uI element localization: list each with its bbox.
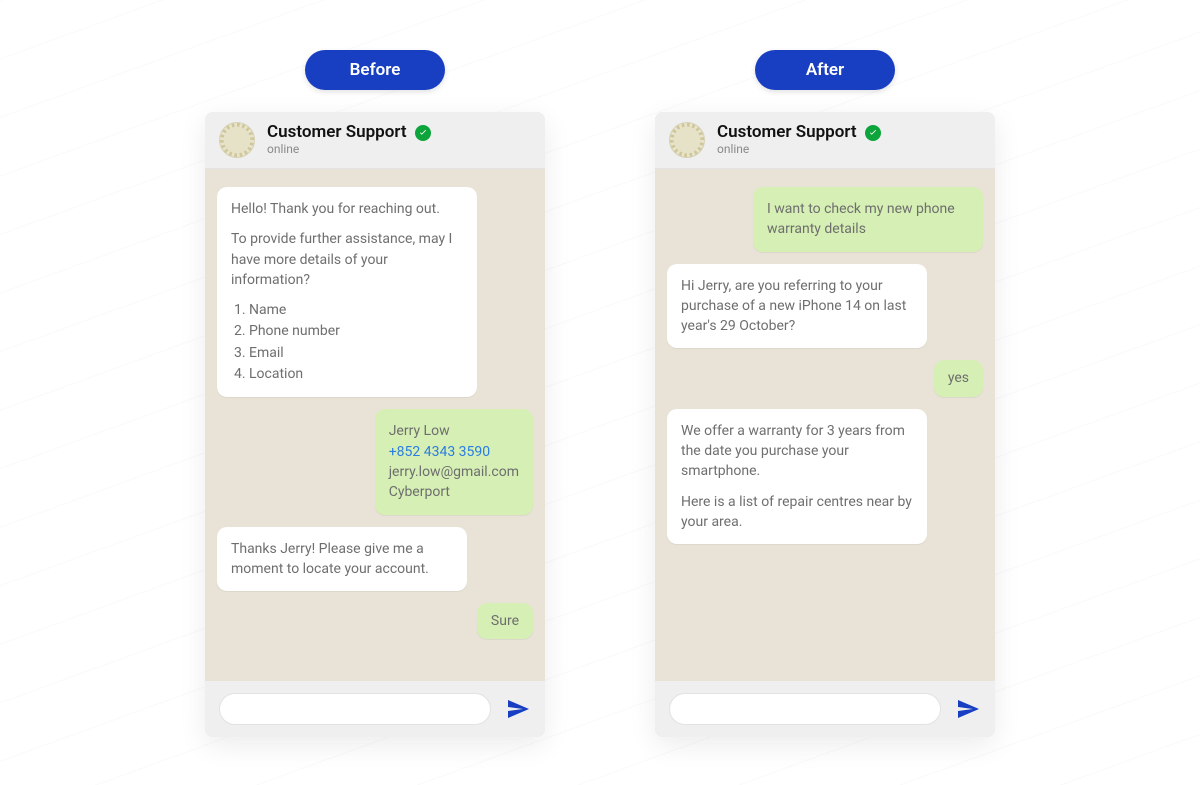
verified-badge-icon — [415, 125, 431, 141]
list-item: Phone number — [249, 321, 463, 341]
agent-message: Hello! Thank you for reaching out. To pr… — [217, 187, 477, 397]
chat-title: Customer Support — [717, 123, 857, 143]
message-text: Jerry Low — [389, 423, 450, 439]
user-message: Jerry Low +852 4343 3590 jerry.low@gmail… — [375, 409, 533, 514]
chat-input-bar — [655, 681, 995, 737]
phone-link[interactable]: +852 4343 3590 — [389, 444, 490, 460]
message-list: Name Phone number Email Location — [249, 300, 463, 384]
user-message: yes — [934, 360, 983, 396]
verified-badge-icon — [865, 125, 881, 141]
list-item: Name — [249, 300, 463, 320]
agent-message: Hi Jerry, are you referring to your purc… — [667, 264, 927, 349]
user-message: Sure — [477, 603, 533, 639]
chat-window-after: Customer Support online I want to check … — [655, 112, 995, 737]
list-item: Email — [249, 343, 463, 363]
message-text: Thanks Jerry! Please give me a moment to… — [231, 541, 429, 577]
chat-header: Customer Support online — [205, 112, 545, 169]
chat-body: Hello! Thank you for reaching out. To pr… — [205, 169, 545, 681]
chat-header-text: Customer Support online — [267, 123, 431, 156]
chat-status: online — [717, 143, 881, 157]
message-text: To provide further assistance, may I hav… — [231, 229, 463, 290]
message-text: Sure — [491, 613, 519, 629]
send-icon — [506, 697, 530, 721]
message-text: Hello! Thank you for reaching out. — [231, 199, 463, 219]
comparison-stage: Before Customer Support online Hello! Th… — [0, 0, 1200, 785]
list-item: Location — [249, 364, 463, 384]
after-column: After Customer Support online I want to … — [655, 50, 995, 785]
message-input[interactable] — [669, 693, 941, 725]
message-text: We offer a warranty for 3 years from the… — [681, 421, 913, 482]
agent-message: Thanks Jerry! Please give me a moment to… — [217, 527, 467, 592]
chat-status: online — [267, 143, 431, 157]
send-button[interactable] — [955, 696, 981, 722]
after-label: After — [755, 50, 895, 90]
chat-header: Customer Support online — [655, 112, 995, 169]
avatar — [219, 122, 255, 158]
message-text: yes — [948, 370, 969, 386]
message-text: Cyberport — [389, 484, 450, 500]
agent-message: We offer a warranty for 3 years from the… — [667, 409, 927, 544]
chat-body: I want to check my new phone warranty de… — [655, 169, 995, 681]
chat-title: Customer Support — [267, 123, 407, 143]
message-input[interactable] — [219, 693, 491, 725]
chat-window-before: Customer Support online Hello! Thank you… — [205, 112, 545, 737]
before-label: Before — [305, 50, 445, 90]
message-text: Here is a list of repair centres near by… — [681, 492, 913, 533]
avatar — [669, 122, 705, 158]
send-icon — [956, 697, 980, 721]
send-button[interactable] — [505, 696, 531, 722]
message-text: I want to check my new phone warranty de… — [767, 201, 955, 237]
chat-input-bar — [205, 681, 545, 737]
message-text: jerry.low@gmail.com — [389, 464, 519, 480]
chat-header-text: Customer Support online — [717, 123, 881, 156]
message-text: Hi Jerry, are you referring to your purc… — [681, 278, 906, 335]
user-message: I want to check my new phone warranty de… — [753, 187, 983, 252]
before-column: Before Customer Support online Hello! Th… — [205, 50, 545, 785]
